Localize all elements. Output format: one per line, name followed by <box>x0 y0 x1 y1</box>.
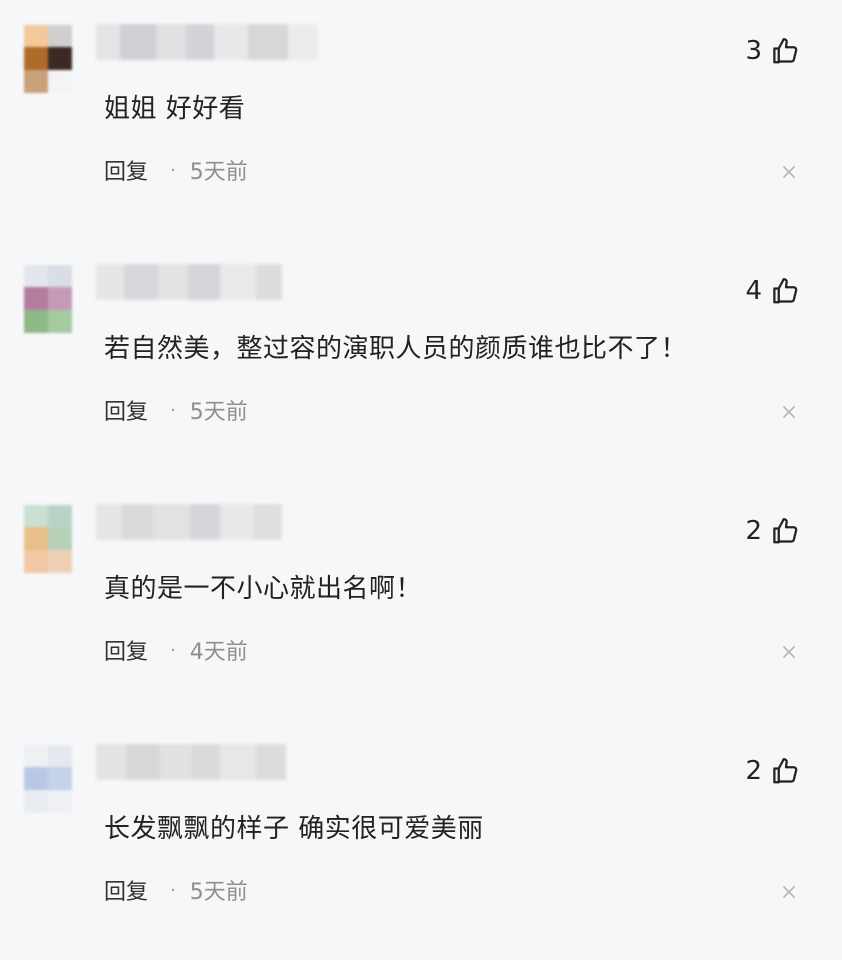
comment-text: 长发飘飘的样子 确实很可爱美丽 <box>104 814 484 844</box>
close-icon[interactable] <box>782 164 796 183</box>
username-pixel <box>160 744 192 780</box>
avatar-pixel <box>48 47 72 70</box>
separator-dot: · <box>170 399 176 421</box>
comment-time: 4天前 <box>189 640 248 665</box>
avatar-pixel <box>48 310 72 333</box>
avatar-pixel <box>24 47 48 70</box>
username-pixel <box>214 24 248 60</box>
thumbs-up-icon <box>770 516 800 546</box>
username-pixel <box>124 264 158 300</box>
username-pixel <box>120 24 156 60</box>
username-blurred[interactable] <box>96 24 318 60</box>
avatar-pixel <box>24 265 48 287</box>
avatar-pixel <box>48 70 72 93</box>
username-pixel <box>220 264 256 300</box>
avatar-pixel <box>48 767 72 790</box>
username-pixel <box>192 744 220 780</box>
comment-time: 5天前 <box>189 400 248 425</box>
like-button[interactable]: 4 <box>745 276 800 306</box>
username-pixel <box>256 744 286 780</box>
avatar-pixel <box>48 265 72 287</box>
avatar-pixel <box>48 790 72 813</box>
username-pixel <box>96 504 122 540</box>
reply-button[interactable]: 回复 <box>104 394 148 426</box>
avatar-pixel <box>24 745 48 767</box>
username-pixel <box>248 24 288 60</box>
avatar[interactable] <box>24 25 72 93</box>
avatar-pixel <box>24 767 48 790</box>
comment-time: 5天前 <box>189 880 248 905</box>
avatar-pixel <box>24 550 48 573</box>
comment-meta: 回复 · 5天前 <box>104 874 248 906</box>
like-count: 2 <box>745 756 762 786</box>
username-blurred[interactable] <box>96 504 282 540</box>
username-blurred[interactable] <box>96 744 286 780</box>
avatar-pixel <box>24 505 48 527</box>
comment-meta: 回复 · 5天前 <box>104 154 248 186</box>
like-count: 2 <box>745 516 762 546</box>
avatar-pixel <box>48 287 72 310</box>
avatar-pixel <box>24 287 48 310</box>
avatar[interactable] <box>24 265 72 333</box>
username-pixel <box>190 504 220 540</box>
avatar-pixel <box>48 745 72 767</box>
username-pixel <box>188 264 220 300</box>
username-pixel <box>122 504 154 540</box>
username-pixel <box>186 24 214 60</box>
comment-text: 姐姐 好好看 <box>104 94 246 124</box>
like-button[interactable]: 3 <box>745 36 800 66</box>
avatar-pixel <box>24 310 48 333</box>
avatar-pixel <box>24 527 48 550</box>
username-pixel <box>96 744 126 780</box>
reply-button[interactable]: 回复 <box>104 154 148 186</box>
thumbs-up-icon <box>770 276 800 306</box>
avatar-pixel <box>48 550 72 573</box>
username-pixel <box>254 504 282 540</box>
username-pixel <box>220 744 256 780</box>
avatar-pixel <box>24 25 48 47</box>
reply-button[interactable]: 回复 <box>104 634 148 666</box>
comment-item: 长发飘飘的样子 确实很可爱美丽 回复 · 5天前 2 <box>0 720 842 960</box>
username-pixel <box>96 264 124 300</box>
close-icon[interactable] <box>782 404 796 423</box>
comment-meta: 回复 · 5天前 <box>104 394 248 426</box>
username-pixel <box>126 744 160 780</box>
reply-button[interactable]: 回复 <box>104 874 148 906</box>
username-pixel <box>288 24 318 60</box>
avatar-pixel <box>48 25 72 47</box>
separator-dot: · <box>170 639 176 661</box>
avatar-pixel <box>24 70 48 93</box>
avatar[interactable] <box>24 505 72 573</box>
username-pixel <box>154 504 190 540</box>
thumbs-up-icon <box>770 36 800 66</box>
username-pixel <box>220 504 254 540</box>
separator-dot: · <box>170 879 176 901</box>
avatar-pixel <box>48 527 72 550</box>
avatar-pixel <box>24 790 48 813</box>
close-icon[interactable] <box>782 884 796 903</box>
username-pixel <box>96 24 120 60</box>
avatar-pixel <box>48 505 72 527</box>
comment-time: 5天前 <box>189 160 248 185</box>
comment-meta: 回复 · 4天前 <box>104 634 248 666</box>
username-pixel <box>156 24 186 60</box>
username-blurred[interactable] <box>96 264 282 300</box>
comment-item: 姐姐 好好看 回复 · 5天前 3 <box>0 0 842 240</box>
comment-text: 真的是一不小心就出名啊！ <box>104 574 423 604</box>
like-button[interactable]: 2 <box>745 516 800 546</box>
avatar[interactable] <box>24 745 72 813</box>
username-pixel <box>256 264 282 300</box>
separator-dot: · <box>170 159 176 181</box>
like-count: 4 <box>745 276 762 306</box>
like-count: 3 <box>745 36 762 66</box>
thumbs-up-icon <box>770 756 800 786</box>
like-button[interactable]: 2 <box>745 756 800 786</box>
comment-text: 若自然美，整过容的演职人员的颜质谁也比不了！ <box>104 334 688 364</box>
username-pixel <box>158 264 188 300</box>
comment-item: 若自然美，整过容的演职人员的颜质谁也比不了！ 回复 · 5天前 4 <box>0 240 842 480</box>
close-icon[interactable] <box>782 644 796 663</box>
comment-item: 真的是一不小心就出名啊！ 回复 · 4天前 2 <box>0 480 842 720</box>
